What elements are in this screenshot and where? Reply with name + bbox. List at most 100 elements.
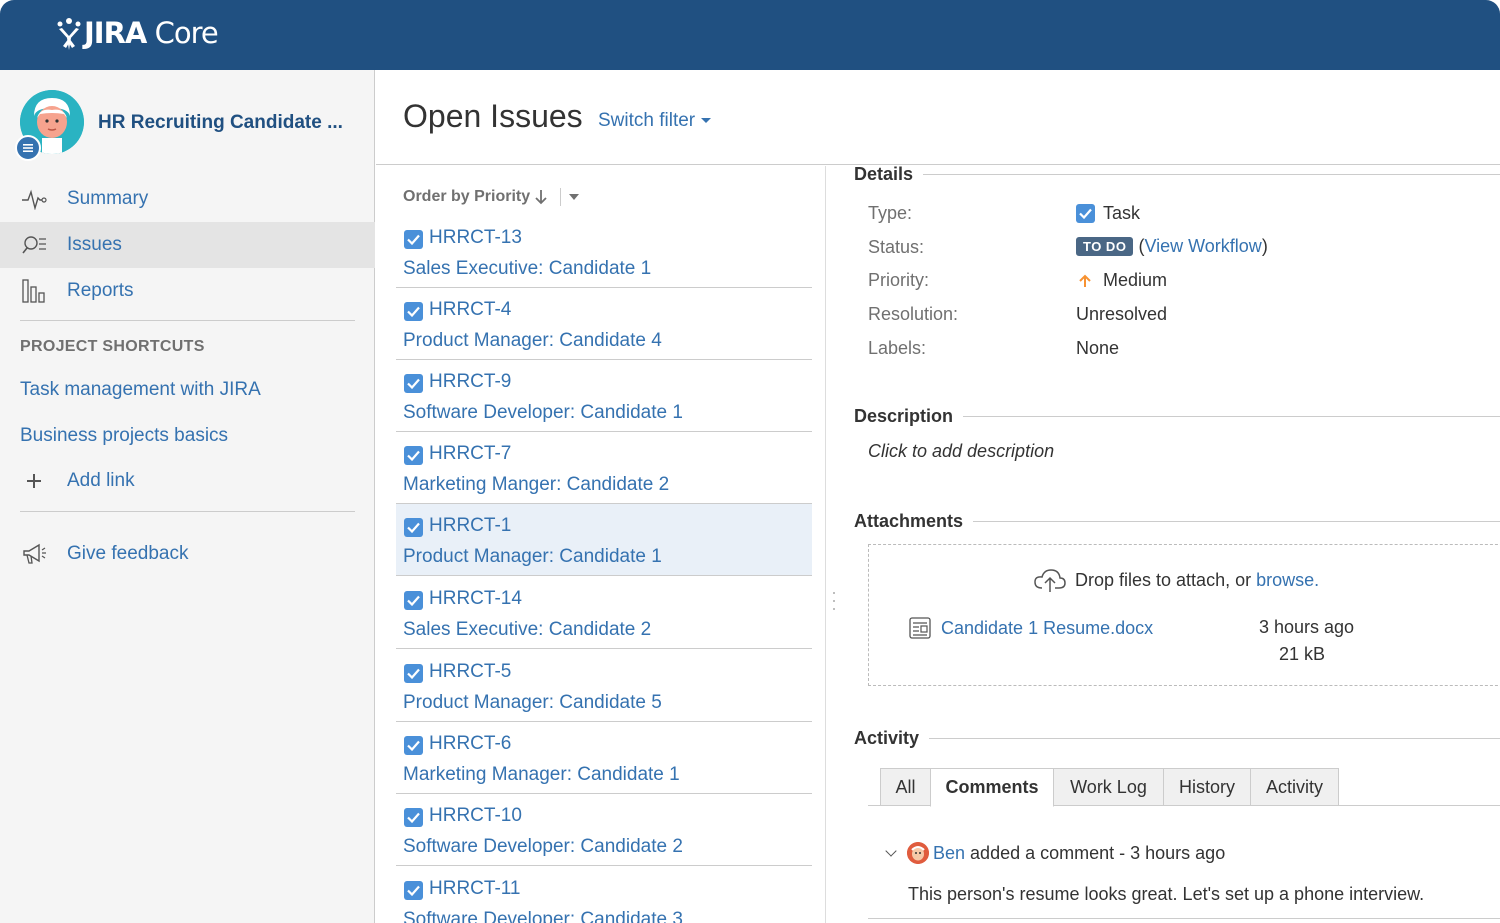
- issue-summary: Sales Executive: Candidate 2: [403, 619, 652, 640]
- task-type-icon: [404, 664, 423, 683]
- issue-row[interactable]: HRRCT-7 Marketing Manger: Candidate 2: [396, 432, 812, 504]
- issue-row[interactable]: HRRCT-14 Sales Executive: Candidate 2: [396, 577, 812, 649]
- issue-detail-panel: Details Type: Task Status: TO DO (View W…: [827, 166, 1500, 923]
- chevron-down-icon[interactable]: [569, 194, 580, 200]
- megaphone-icon: [20, 540, 48, 568]
- attachments-heading[interactable]: Attachments: [854, 511, 1500, 532]
- details-heading[interactable]: Details: [854, 166, 1500, 185]
- drop-text-label: Drop files to attach, or: [1075, 569, 1252, 590]
- issue-summary: Marketing Manger: Candidate 2: [403, 474, 670, 495]
- labels-value[interactable]: None: [1076, 338, 1119, 359]
- issue-row[interactable]: HRRCT-5 Product Manager: Candidate 5: [396, 650, 812, 722]
- project-sidebar: HR Recruiting Candidate ... Summary Issu…: [0, 70, 375, 923]
- description-heading[interactable]: Description: [854, 406, 1500, 427]
- issue-row[interactable]: HRRCT-9 Software Developer: Candidate 1: [396, 360, 812, 432]
- activity-tabs: All Comments Work Log History Activity: [868, 766, 1500, 807]
- task-type-icon: [404, 881, 423, 900]
- issue-summary: Sales Executive: Candidate 1: [403, 258, 652, 279]
- issue-key: HRRCT-4: [429, 299, 512, 320]
- arrow-down-icon: [535, 190, 547, 205]
- task-type-icon: [1076, 204, 1095, 223]
- status-label: Status:: [868, 237, 925, 257]
- chevron-down-icon[interactable]: [885, 845, 897, 857]
- logo-text-bold: JIRA: [84, 16, 147, 50]
- task-type-icon: [404, 446, 423, 465]
- comment-author-link[interactable]: Ben: [933, 843, 965, 864]
- attachment-file-name[interactable]: Candidate 1 Resume.docx: [941, 618, 1153, 639]
- project-shortcuts-heading: PROJECT SHORTCUTS: [20, 338, 205, 355]
- attachments-heading-label: Attachments: [854, 511, 964, 531]
- task-type-icon: [404, 230, 423, 249]
- issue-key: HRRCT-10: [429, 805, 522, 826]
- attachment-file-row[interactable]: Candidate 1 Resume.docx: [909, 617, 1153, 639]
- resolution-label: Resolution:: [868, 304, 959, 324]
- add-link-button[interactable]: Add link: [0, 458, 375, 504]
- tab-activity[interactable]: Activity: [1250, 768, 1339, 806]
- give-feedback-label: Give feedback: [67, 543, 189, 564]
- issues-search-icon: [20, 231, 48, 259]
- issue-key: HRRCT-5: [429, 661, 512, 682]
- priority-value-text: Medium: [1103, 270, 1168, 290]
- task-type-icon: [404, 591, 423, 610]
- issue-key: HRRCT-6: [429, 733, 512, 754]
- activity-icon: [20, 185, 48, 213]
- issue-row[interactable]: HRRCT-13 Sales Executive: Candidate 1: [396, 216, 812, 288]
- jira-core-logo[interactable]: JIRA Core: [56, 16, 219, 50]
- view-workflow-link[interactable]: View Workflow: [1144, 236, 1261, 257]
- add-link-label: Add link: [67, 470, 135, 491]
- issue-list-panel: Order by Priority HRRCT-13 Sales Executi…: [376, 166, 826, 923]
- sidebar-item-reports[interactable]: Reports: [0, 268, 375, 314]
- issue-summary: Product Manager: Candidate 4: [403, 330, 662, 351]
- issue-summary: Software Developer: Candidate 3: [403, 909, 683, 923]
- attachment-size: 21 kB: [1279, 644, 1326, 664]
- attachment-dropzone[interactable]: Drop files to attach, or browse. Candida…: [868, 544, 1500, 686]
- task-type-icon: [404, 736, 423, 755]
- document-file-icon: [909, 617, 931, 639]
- issue-key: HRRCT-9: [429, 371, 512, 392]
- issue-row[interactable]: HRRCT-11 Software Developer: Candidate 3: [396, 867, 812, 923]
- order-by-control[interactable]: Order by Priority: [403, 188, 580, 206]
- shortcut-business-projects[interactable]: Business projects basics: [20, 425, 228, 447]
- activity-heading[interactable]: Activity: [854, 728, 1500, 749]
- issue-row[interactable]: HRRCT-6 Marketing Manager: Candidate 1: [396, 722, 812, 794]
- browse-link[interactable]: browse.: [1256, 570, 1319, 591]
- project-name-link[interactable]: HR Recruiting Candidate ...: [98, 112, 343, 134]
- issue-summary: Software Developer: Candidate 1: [403, 402, 683, 423]
- sidebar-item-label: Issues: [67, 234, 122, 255]
- priority-value: Medium: [1076, 270, 1167, 291]
- task-type-icon: [404, 808, 423, 827]
- task-type-icon: [404, 518, 423, 537]
- plus-icon: [20, 467, 48, 495]
- sidebar-item-summary[interactable]: Summary: [0, 176, 375, 222]
- issue-row[interactable]: HRRCT-10 Software Developer: Candidate 2: [396, 794, 812, 866]
- page-title: Open Issues: [403, 98, 583, 134]
- description-placeholder[interactable]: Click to add description: [868, 441, 1054, 462]
- status-value: TO DO (View Workflow): [1076, 236, 1268, 257]
- comment-meta: added a comment - 3 hours ago: [970, 842, 1226, 863]
- tab-all[interactable]: All: [880, 768, 931, 806]
- tab-comments[interactable]: Comments: [930, 768, 1054, 807]
- issue-summary: Product Manager: Candidate 5: [403, 692, 662, 713]
- give-feedback-button[interactable]: Give feedback: [0, 531, 375, 577]
- issue-row-selected[interactable]: HRRCT-1 Product Manager: Candidate 1: [396, 504, 812, 576]
- issue-key: HRRCT-13: [429, 227, 522, 248]
- issue-row[interactable]: HRRCT-4 Product Manager: Candidate 4: [396, 288, 812, 360]
- logo-text-light: Core: [146, 16, 219, 50]
- sidebar-divider: [20, 511, 355, 512]
- sidebar-divider: [20, 320, 355, 321]
- activity-heading-label: Activity: [854, 728, 920, 748]
- priority-label: Priority:: [868, 270, 930, 290]
- issue-key: HRRCT-7: [429, 443, 512, 464]
- tab-history[interactable]: History: [1163, 768, 1251, 806]
- sidebar-item-label: Summary: [67, 188, 149, 209]
- type-value-text: Task: [1103, 203, 1141, 223]
- attachment-date: 3 hours ago: [1259, 617, 1355, 637]
- sidebar-item-issues[interactable]: Issues: [0, 222, 375, 268]
- cloud-upload-icon: [1034, 569, 1066, 592]
- tab-work-log[interactable]: Work Log: [1053, 768, 1164, 806]
- shortcut-task-management[interactable]: Task management with JIRA: [20, 379, 261, 401]
- order-by-separator: [560, 188, 562, 206]
- user-avatar-icon[interactable]: [907, 842, 929, 864]
- drop-text: Drop files to attach, or browse.: [1033, 567, 1319, 593]
- switch-filter-dropdown[interactable]: Switch filter: [598, 110, 712, 132]
